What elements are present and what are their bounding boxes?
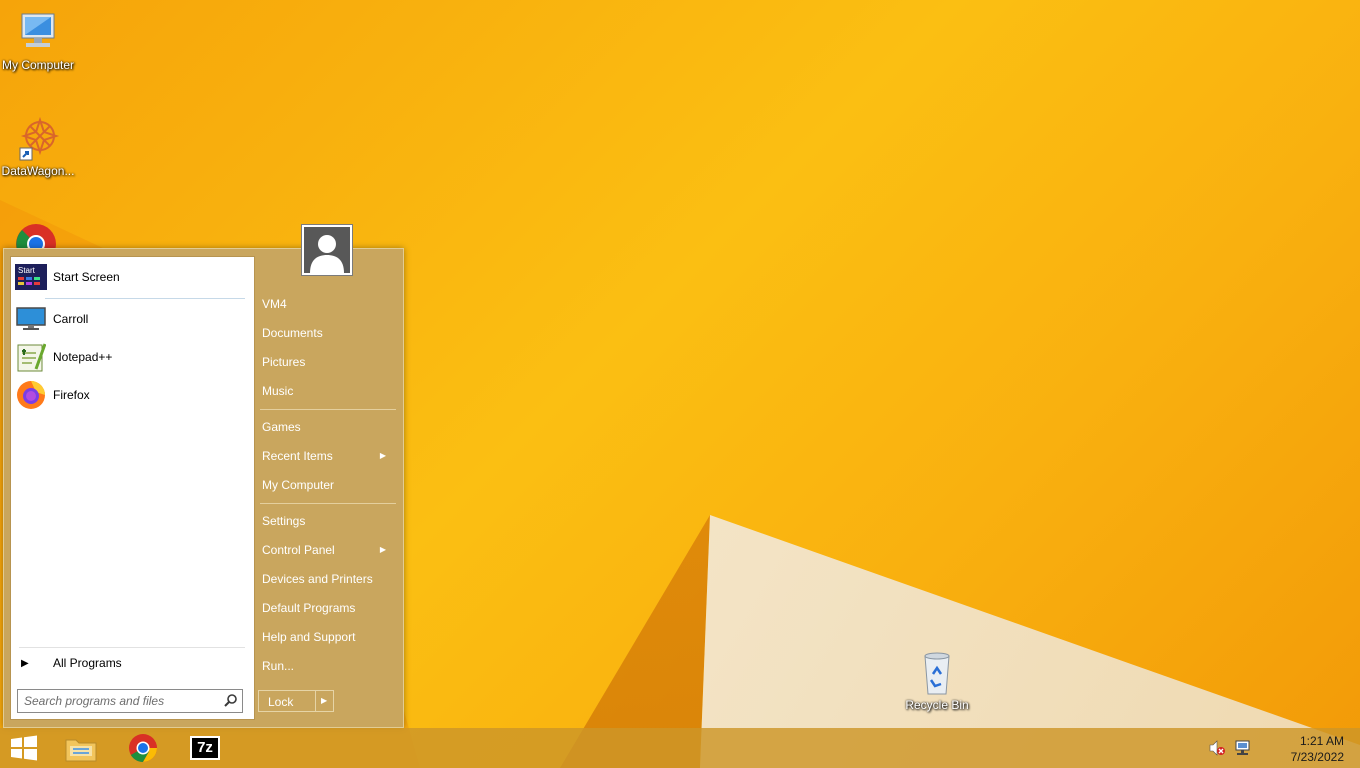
user-avatar[interactable] [301,224,353,276]
separator [260,409,396,410]
datawagon-icon [19,116,60,161]
menu-item-games[interactable]: Games [262,414,398,440]
windows-logo-icon [11,735,37,761]
menu-item-label: Documents [262,326,323,340]
start-menu-programs-pane: Start Start Screen Carroll Notepad++ Fir… [10,256,255,720]
search-icon[interactable] [224,693,238,707]
menu-item-label: Control Panel [262,543,335,557]
menu-item-vm4[interactable]: VM4 [262,291,398,317]
lock-label: Lock [268,695,294,709]
divider [315,691,316,711]
firefox-icon [15,379,47,411]
taskbar-chrome[interactable] [119,728,167,768]
separator [19,647,245,648]
menu-item-label: Settings [262,514,306,528]
taskbar-clock[interactable]: 1:21 AM 7/23/2022 [1274,733,1344,765]
notepad-plus-plus-icon [15,341,47,373]
desktop-icon-recycle-bin[interactable]: Recycle Bin [899,648,975,712]
menu-item-devices-and-printers[interactable]: Devices and Printers [262,566,398,592]
start-button[interactable] [0,728,48,768]
separator [260,503,396,504]
menu-item-label: Devices and Printers [262,572,373,586]
program-carroll[interactable]: Carroll [15,303,251,335]
seven-zip-icon: 7z [190,736,220,760]
start-screen-icon: Start [15,261,47,293]
program-label: Notepad++ [53,350,113,364]
menu-item-help-and-support[interactable]: Help and Support [262,624,398,650]
monitor-icon [15,303,47,335]
speaker-muted-icon[interactable] [1208,740,1226,756]
chrome-icon [16,224,56,250]
menu-item-music[interactable]: Music [262,378,398,404]
desktop-icon-my-computer[interactable]: My Computer [0,8,76,72]
triangle-right-icon: ▶ [21,657,29,669]
all-programs-button[interactable]: ▶ All Programs [15,651,251,675]
recycle-bin-icon [924,652,950,695]
lock-button[interactable]: Lock ▶ [258,690,334,712]
desktop-icon-label: Recycle Bin [905,698,969,712]
user-icon [304,227,350,273]
taskbar-7zip[interactable]: 7z [181,728,229,768]
svg-text:Start: Start [18,266,36,275]
search-placeholder: Search programs and files [24,694,165,708]
menu-item-recent-items[interactable]: Recent Items ▶ [262,443,398,469]
search-input[interactable]: Search programs and files [17,689,243,713]
folder-icon [65,739,97,762]
desktop-icon-label: DataWagon... [1,164,75,178]
program-label: Carroll [53,312,89,326]
menu-item-label: Music [262,384,294,398]
submenu-arrow-icon: ▶ [379,545,386,554]
network-icon[interactable] [1234,740,1252,756]
menu-item-label: Run... [262,659,295,673]
chrome-icon [129,734,157,762]
menu-item-label: Pictures [262,355,306,369]
clock-time: 1:21 AM [1299,734,1344,748]
menu-item-label: My Computer [262,478,335,492]
program-notepad-plus-plus[interactable]: Notepad++ [15,341,251,373]
menu-item-pictures[interactable]: Pictures [262,349,398,375]
menu-item-run[interactable]: Run... [262,653,398,679]
taskbar-file-explorer[interactable] [57,728,105,768]
menu-item-default-programs[interactable]: Default Programs [262,595,398,621]
menu-item-label: VM4 [262,297,287,311]
menu-item-label: Recent Items [262,449,333,463]
program-label: Start Screen [53,270,120,284]
program-start-screen[interactable]: Start Start Screen [15,261,251,293]
menu-item-control-panel[interactable]: Control Panel ▶ [262,537,398,563]
menu-item-my-computer[interactable]: My Computer [262,472,398,498]
taskbar: 7z 1:21 AM 7/23/2022 [0,728,1360,768]
menu-item-label: Help and Support [262,630,356,644]
menu-item-label: Default Programs [262,601,356,615]
menu-item-label: Games [262,420,301,434]
shutdown-options-arrow-icon[interactable]: ▶ [321,696,327,705]
clock-date: 7/23/2022 [1290,750,1344,764]
all-programs-label: All Programs [53,656,122,670]
desktop-icon-label: My Computer [1,58,75,72]
menu-item-documents[interactable]: Documents [262,320,398,346]
separator [45,298,245,299]
desktop-icon-datawagon[interactable]: DataWagon... [0,114,76,178]
program-label: Firefox [53,388,90,402]
program-firefox[interactable]: Firefox [15,379,251,411]
submenu-arrow-icon: ▶ [379,451,386,460]
computer-icon [21,13,55,47]
menu-item-settings[interactable]: Settings [262,508,398,534]
